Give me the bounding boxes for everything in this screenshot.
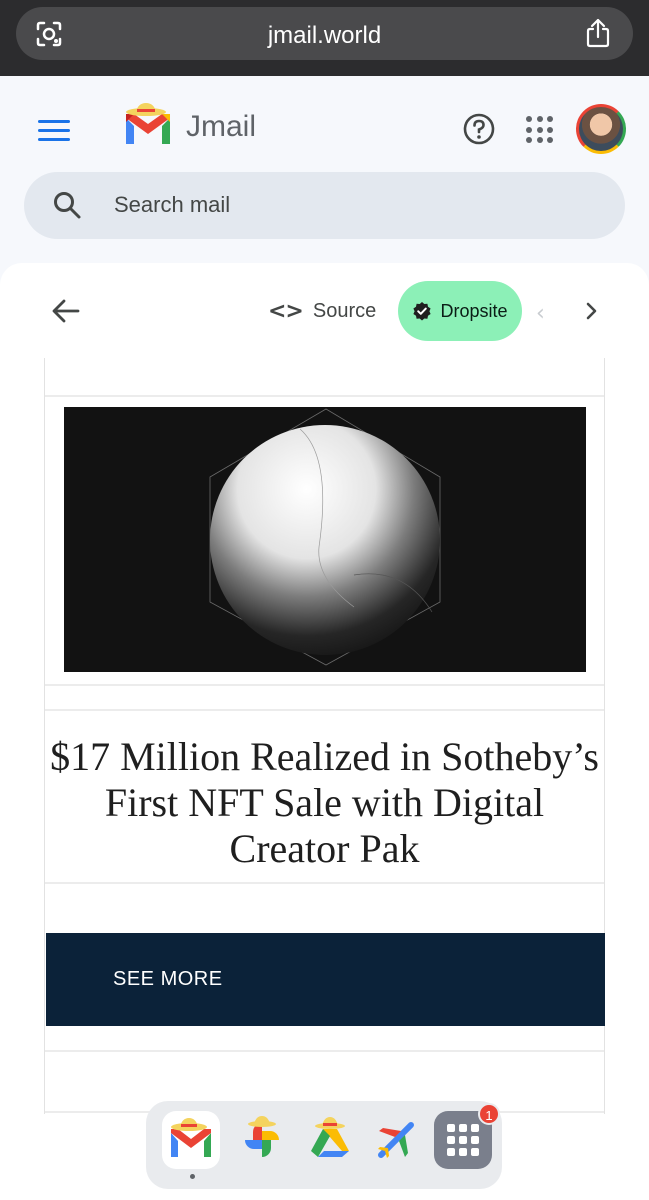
divider: [45, 684, 604, 686]
apps-grid-icon[interactable]: [526, 116, 554, 144]
divider: [45, 1050, 604, 1052]
email-body: $17 Million Realized in Sotheby’s First …: [44, 358, 605, 1114]
email-headline: $17 Million Realized in Sotheby’s First …: [50, 734, 599, 871]
jmail-app-icon: [171, 1118, 211, 1157]
divider: [45, 882, 604, 884]
back-arrow-icon[interactable]: [50, 297, 82, 325]
menu-icon[interactable]: [38, 120, 70, 142]
search-bar[interactable]: Search mail: [24, 172, 625, 239]
divider: [45, 709, 604, 711]
drive-icon: [311, 1117, 349, 1157]
dropsite-label: Dropsite: [440, 300, 508, 321]
active-indicator: [190, 1174, 195, 1179]
chevron-left-icon[interactable]: ‹: [536, 301, 545, 326]
dock-jmail-app[interactable]: [162, 1111, 220, 1169]
hero-image: [64, 407, 586, 672]
browser-bar: jmail.world: [0, 0, 649, 76]
chevron-right-icon[interactable]: [582, 299, 602, 323]
dock-drive-app[interactable]: [301, 1111, 359, 1169]
dock-flights-app[interactable]: [367, 1111, 425, 1169]
verified-check-icon: [413, 302, 432, 321]
source-button[interactable]: <> Source: [268, 291, 376, 331]
divider: [45, 395, 604, 397]
share-icon[interactable]: [583, 17, 613, 49]
brand-name: Jmail: [186, 110, 257, 143]
help-icon[interactable]: [462, 112, 496, 146]
see-more-button[interactable]: SEE MORE: [46, 933, 605, 1026]
search-icon[interactable]: [52, 190, 82, 220]
jmail-logo-icon: [126, 103, 170, 144]
airplane-icon: [378, 1122, 414, 1158]
notification-badge: 1: [478, 1103, 500, 1125]
dock-photos-app[interactable]: [233, 1111, 291, 1169]
avatar[interactable]: [576, 104, 626, 154]
url-text[interactable]: jmail.world: [16, 22, 633, 50]
sphere-artwork: [64, 407, 586, 672]
dropsite-button[interactable]: Dropsite: [398, 281, 522, 341]
url-bar[interactable]: jmail.world: [16, 7, 633, 60]
dock-app-launcher[interactable]: 1: [434, 1103, 500, 1169]
code-icon: <>: [268, 298, 304, 324]
app-header: Jmail Search mail: [0, 76, 649, 256]
source-label: Source: [312, 299, 377, 322]
search-input[interactable]: Search mail: [114, 192, 230, 218]
photos-icon: [245, 1116, 279, 1157]
app-dock: 1: [146, 1101, 502, 1189]
